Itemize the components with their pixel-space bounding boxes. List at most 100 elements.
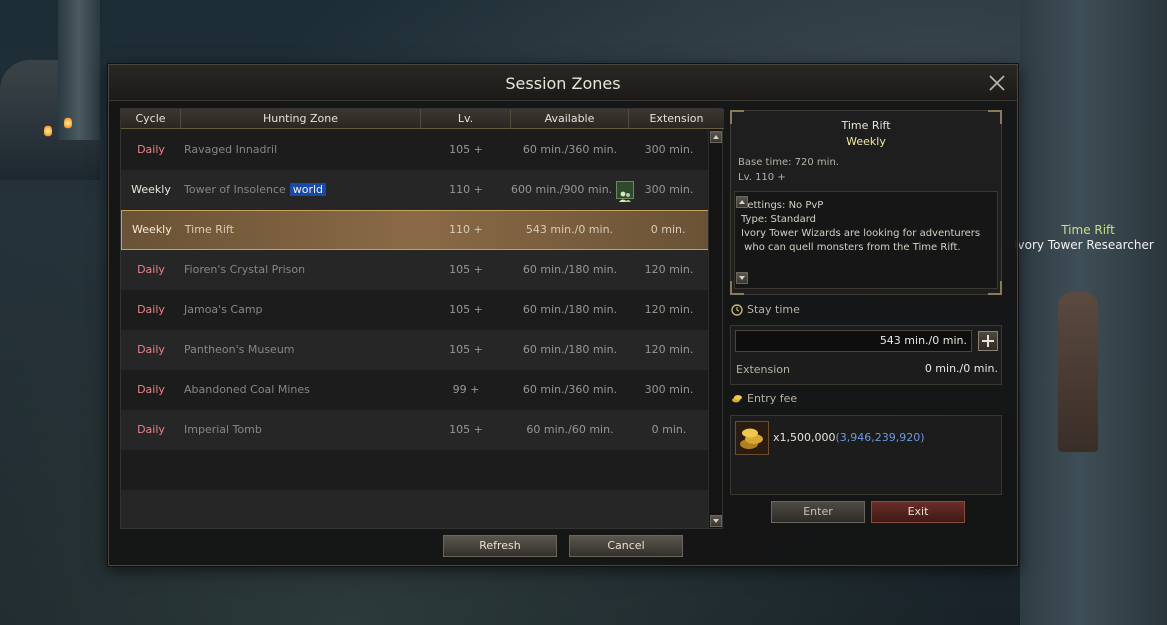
clock-icon <box>731 303 743 316</box>
torch-flame <box>44 124 52 138</box>
table-row-empty <box>121 450 709 490</box>
close-icon <box>989 75 1005 91</box>
row-zone: Tower of Insolence <box>184 183 286 196</box>
detail-cycle: Weekly <box>846 135 886 148</box>
table-row-empty <box>121 490 709 528</box>
row-zone-cell: Tower of Insolence world <box>181 170 421 210</box>
title-bar[interactable]: Session Zones <box>109 65 1017 101</box>
table-scrollbar[interactable] <box>708 130 722 528</box>
detail-base-time: Base time: 720 min. <box>738 157 839 168</box>
row-available: 60 min./60 min. <box>526 423 614 436</box>
row-cycle: Daily <box>137 383 165 396</box>
row-extension: 120 min. <box>644 343 694 356</box>
row-extension: 300 min. <box>644 183 694 196</box>
description-scroll-up-button[interactable] <box>736 196 748 208</box>
extension-value: 0 min./0 min. <box>924 362 998 375</box>
description-line: Type: Standard <box>741 214 817 225</box>
cancel-button[interactable]: Cancel <box>569 535 683 557</box>
row-lv: 105 + <box>449 263 483 276</box>
entry-fee-label-row: Entry fee <box>731 392 797 405</box>
row-cycle: Daily <box>137 303 165 316</box>
torch-flame <box>64 116 72 130</box>
stay-time-field[interactable]: 543 min./0 min. <box>735 330 972 352</box>
enter-button[interactable]: Enter <box>771 501 865 523</box>
row-cycle: Weekly <box>131 183 171 196</box>
table-header: Cycle Hunting Zone Lv. Available Extensi… <box>121 109 724 129</box>
row-zone: Ravaged Innadril <box>184 143 278 156</box>
exit-button[interactable]: Exit <box>871 501 965 523</box>
row-lv: 99 + <box>452 383 480 396</box>
entry-fee-amount-text: x1,500,000(3,946,239,920) <box>773 431 925 444</box>
zone-table: Cycle Hunting Zone Lv. Available Extensi… <box>120 108 724 529</box>
description-scroll-down-button[interactable] <box>736 272 748 284</box>
coins-icon <box>732 394 742 402</box>
row-cycle: Daily <box>137 343 165 356</box>
row-zone: Time Rift <box>184 223 234 236</box>
description-line: Settings: No PvP <box>741 200 824 211</box>
detail-zone-name: Time Rift <box>841 119 891 132</box>
row-available: 60 min./360 min. <box>522 383 618 396</box>
arrow-down-icon <box>739 276 745 280</box>
entry-fee-box: x1,500,000(3,946,239,920) <box>730 415 1002 495</box>
table-row[interactable]: Daily Pantheon's Museum 105 + 60 min./18… <box>121 330 709 370</box>
table-row[interactable]: Daily Jamoa's Camp 105 + 60 min./180 min… <box>121 290 709 330</box>
row-zone: Abandoned Coal Mines <box>184 383 310 396</box>
table-row[interactable]: Daily Imperial Tomb 105 + 60 min./60 min… <box>121 410 709 450</box>
entry-fee-amount: x1,500,000 <box>773 431 836 444</box>
row-cycle: Daily <box>137 423 165 436</box>
description-line: who can quell monsters from the Time Rif… <box>741 242 961 253</box>
npc-figure[interactable] <box>1058 292 1098 452</box>
row-extension: 120 min. <box>644 303 694 316</box>
header-cycle: Cycle <box>121 109 181 129</box>
detail-description: Settings: No PvP Type: Standard Ivory To… <box>741 199 981 255</box>
scroll-up-button[interactable] <box>710 131 722 143</box>
table-row[interactable]: Daily Abandoned Coal Mines 99 + 60 min./… <box>121 370 709 410</box>
row-extension: 300 min. <box>644 143 694 156</box>
detail-level: Lv. 110 + <box>738 172 786 183</box>
close-button[interactable] <box>987 73 1007 93</box>
row-zone: Jamoa's Camp <box>184 303 263 316</box>
row-extension: 0 min. <box>650 223 686 236</box>
adena-item-slot[interactable] <box>735 421 769 455</box>
add-time-button[interactable] <box>978 331 998 351</box>
row-extension: 120 min. <box>644 263 694 276</box>
entry-fee-label: Entry fee <box>747 392 798 405</box>
row-extension: 300 min. <box>644 383 694 396</box>
coins-icon <box>740 428 763 449</box>
table-row[interactable]: Daily Ravaged Innadril 105 + 60 min./360… <box>121 130 709 170</box>
table-row[interactable]: Weekly Tower of Insolence world 110 + 600… <box>121 170 709 210</box>
row-available: 60 min./180 min. <box>522 343 618 356</box>
row-available: 60 min./180 min. <box>522 303 618 316</box>
arrow-up-icon <box>713 135 719 139</box>
row-zone: Fioren's Crystal Prison <box>184 263 306 276</box>
table-row[interactable]: Daily Fioren's Crystal Prison 105 + 60 m… <box>121 250 709 290</box>
row-available-cell: 600 min./900 min. <box>511 170 635 210</box>
stay-time-box: 543 min./0 min. Extension 0 min./0 min. <box>730 325 1002 385</box>
row-extension: 0 min. <box>651 423 687 436</box>
row-available: 600 min./900 min. <box>511 183 613 196</box>
description-line: Ivory Tower Wizards are looking for adve… <box>741 228 981 239</box>
detail-description-box: Settings: No PvP Type: Standard Ivory To… <box>734 191 998 289</box>
window-title: Session Zones <box>505 74 621 93</box>
row-available: 60 min./360 min. <box>522 143 618 156</box>
table-row-selected[interactable]: Weekly Time Rift 110 + 543 min./0 min. 0… <box>121 210 709 250</box>
zone-detail-panel: Time Rift Weekly Base time: 720 min. Lv.… <box>730 110 1002 295</box>
arrow-down-icon <box>713 519 719 523</box>
extension-label: Extension <box>736 363 791 376</box>
row-lv: 105 + <box>449 303 483 316</box>
stay-time-label-row: Stay time <box>731 303 800 316</box>
row-lv: 105 + <box>449 343 483 356</box>
header-available: Available <box>511 109 629 129</box>
row-cycle: Weekly <box>132 223 172 236</box>
row-available: 543 min./0 min. <box>525 223 614 236</box>
row-lv: 105 + <box>449 143 483 156</box>
row-available: 60 min./180 min. <box>522 263 618 276</box>
session-zones-window: Session Zones Cycle Hunting Zone Lv. Ava… <box>108 64 1018 566</box>
refresh-button[interactable]: Refresh <box>443 535 557 557</box>
row-lv: 110 + <box>448 223 483 236</box>
npc-name: Ivory Tower Researcher <box>1014 238 1154 252</box>
adena-balance: (3,946,239,920) <box>835 431 925 444</box>
row-cycle: Daily <box>137 143 165 156</box>
scroll-down-button[interactable] <box>710 515 722 527</box>
row-cycle: Daily <box>137 263 165 276</box>
